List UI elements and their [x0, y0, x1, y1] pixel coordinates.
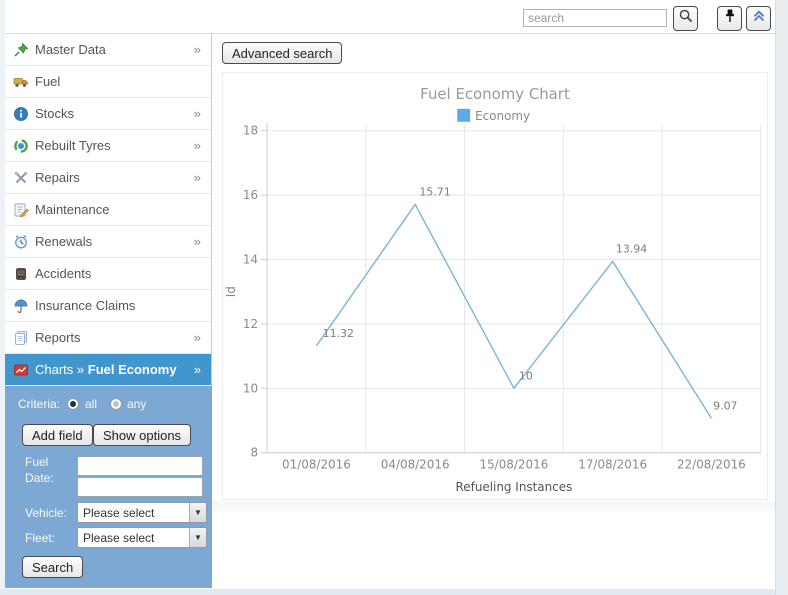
- fuel-date-label: Fuel Date:: [25, 455, 54, 486]
- criteria-all-label: all: [85, 397, 98, 411]
- sidebar-item-label: Renewals: [35, 234, 93, 249]
- collapse-icon: [751, 8, 767, 29]
- submenu-chevron: »: [193, 362, 201, 377]
- point-label: 11.32: [323, 327, 354, 340]
- tools-icon: [13, 170, 29, 186]
- point-label: 10: [519, 369, 533, 382]
- sidebar-item-master-data[interactable]: Master Data »: [5, 34, 211, 66]
- show-options-button[interactable]: Show options: [93, 424, 192, 446]
- active-item-label: Charts » Fuel Economy: [35, 362, 177, 377]
- sidebar-item-repairs[interactable]: Repairs »: [5, 162, 211, 194]
- y-axis-title: Id: [224, 286, 238, 297]
- fleet-select[interactable]: Please select ▼: [77, 527, 207, 548]
- submenu-chevron: »: [193, 138, 201, 153]
- pin-button[interactable]: [717, 6, 742, 31]
- tyre-icon: [13, 138, 29, 154]
- sidebar-item-accidents[interactable]: Accidents: [5, 258, 211, 290]
- content-divider: [212, 501, 775, 511]
- fuel-truck-icon: [13, 74, 29, 90]
- y-tick-label: 12: [243, 317, 258, 331]
- right-border: [775, 0, 788, 595]
- sidebar-item-label: Master Data: [35, 42, 106, 57]
- report-icon: [13, 330, 29, 346]
- fuel-economy-chart: 8 10 12 14 16 18 01/08/2016 04/08/2016 15/08/201…: [224, 85, 762, 494]
- bottom-border: [0, 589, 775, 595]
- sidebar-item-label: Rebuilt Tyres: [35, 138, 111, 153]
- sidebar-item-label: Reports: [35, 330, 81, 345]
- app-window: Master Data » Fuel Stocks » Rebuilt Tyre…: [0, 0, 788, 595]
- sidebar-item-label: Stocks: [35, 106, 75, 121]
- sidebar-item-maintenance[interactable]: Maintenance: [5, 194, 211, 226]
- criteria-any-label: any: [127, 397, 147, 411]
- sidebar-item-fuel[interactable]: Fuel: [5, 66, 211, 98]
- vehicle-label: Vehicle:: [25, 506, 68, 520]
- x-tick-label: 04/08/2016: [381, 458, 450, 472]
- dropdown-arrow-icon: ▼: [189, 528, 206, 547]
- sidebar-item-label: Fuel: [35, 74, 61, 89]
- sidebar-item-rebuilt-tyres[interactable]: Rebuilt Tyres »: [5, 130, 211, 162]
- legend-label: Economy: [475, 109, 530, 123]
- sidebar-item-label: Insurance Claims: [35, 298, 136, 313]
- fuel-date-from-input[interactable]: [77, 456, 203, 476]
- search-submit-button[interactable]: Search: [22, 556, 84, 578]
- advanced-search-button[interactable]: Advanced search: [222, 42, 343, 64]
- y-tick-label: 18: [243, 124, 258, 138]
- y-tick-label: 14: [243, 253, 258, 267]
- sidebar-item-label: Maintenance: [35, 202, 110, 217]
- add-field-button[interactable]: Add field: [22, 424, 93, 446]
- economy-line: [315, 203, 712, 419]
- sidebar-item-stocks[interactable]: Stocks »: [5, 98, 211, 130]
- sidebar-item-insurance-claims[interactable]: Insurance Claims: [5, 290, 211, 322]
- criteria-any-radio[interactable]: [110, 398, 122, 410]
- umbrella-icon: [13, 298, 29, 314]
- accident-icon: [13, 266, 29, 282]
- criteria-label: Criteria:: [18, 397, 61, 411]
- submenu-chevron: »: [193, 330, 201, 345]
- search-icon: [678, 8, 694, 29]
- fuel-date-to-input[interactable]: [77, 477, 203, 497]
- y-tick-label: 16: [243, 188, 258, 202]
- pin-icon: [13, 42, 29, 58]
- sidebar-item-label: Accidents: [35, 266, 92, 281]
- sidebar-item-charts-fuel-economy[interactable]: Charts » Fuel Economy »: [5, 354, 211, 386]
- y-tick-label: 10: [243, 381, 258, 395]
- clock-icon: [13, 234, 29, 250]
- point-label: 15.71: [419, 186, 450, 199]
- submenu-chevron: »: [193, 170, 201, 185]
- collapse-button[interactable]: [746, 6, 771, 31]
- chart-panel: 8 10 12 14 16 18 01/08/2016 04/08/2016 15/08/201…: [222, 72, 768, 500]
- dropdown-arrow-icon: ▼: [189, 503, 206, 522]
- submenu-chevron: »: [193, 106, 201, 121]
- submenu-chevron: »: [193, 234, 201, 249]
- clipboard-icon: [13, 202, 29, 218]
- pushpin-icon: [722, 8, 738, 29]
- search-input[interactable]: [523, 9, 667, 27]
- chart-icon: [13, 362, 29, 378]
- search-button[interactable]: [673, 6, 698, 31]
- x-tick-label: 15/08/2016: [480, 458, 549, 472]
- top-bar: [5, 0, 775, 34]
- info-icon: [13, 106, 29, 122]
- legend-swatch: [457, 108, 471, 122]
- vehicle-select[interactable]: Please select ▼: [77, 502, 207, 523]
- sidebar-item-label: Repairs: [35, 170, 80, 185]
- y-tick-label: 8: [251, 446, 259, 460]
- x-axis-title: Refueling Instances: [456, 480, 573, 494]
- x-tick-label: 22/08/2016: [677, 458, 746, 472]
- chart-filter-panel: Criteria: all any Add field Show options…: [5, 386, 212, 588]
- sidebar-item-renewals[interactable]: Renewals »: [5, 226, 211, 258]
- x-tick-label: 01/08/2016: [282, 458, 351, 472]
- sidebar-item-reports[interactable]: Reports »: [5, 322, 211, 354]
- point-label: 13.94: [616, 242, 647, 255]
- x-tick-label: 17/08/2016: [578, 458, 647, 472]
- point-label: 9.07: [713, 399, 737, 412]
- criteria-all-radio[interactable]: [67, 398, 79, 410]
- submenu-chevron: »: [193, 42, 201, 57]
- fleet-label: Fleet:: [25, 531, 56, 545]
- chart-title: Fuel Economy Chart: [420, 85, 570, 103]
